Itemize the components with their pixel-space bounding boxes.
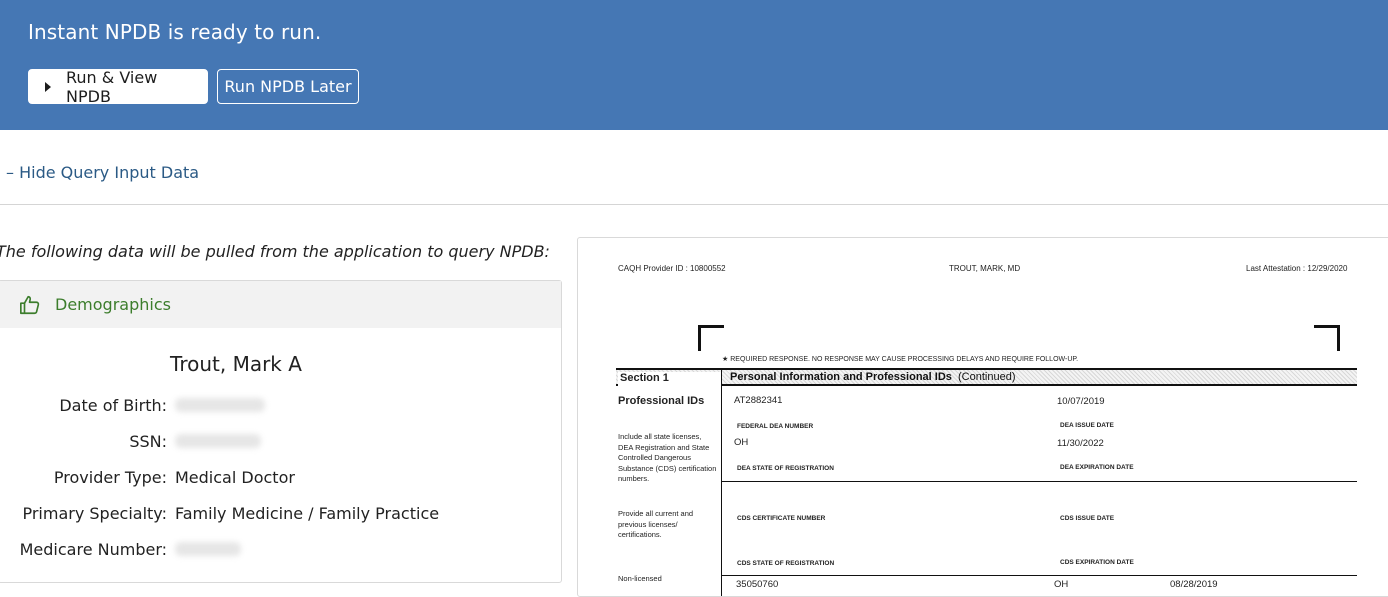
redacted-value xyxy=(175,398,265,412)
required-response-note: ★ REQUIRED RESPONSE. NO RESPONSE MAY CAU… xyxy=(722,356,1079,363)
section-header: Section 1 Personal Information and Profe… xyxy=(616,368,1357,386)
demographics-header[interactable]: Demographics xyxy=(0,281,561,328)
redacted-value xyxy=(175,542,241,556)
field-label: Primary Specialty: xyxy=(22,504,167,523)
dea-issue-value: 10/07/2019 xyxy=(1057,396,1105,407)
doc-last-attestation: Last Attestation : 12/29/2020 xyxy=(1246,264,1348,273)
crop-mark xyxy=(698,325,724,351)
divider xyxy=(0,204,1388,205)
thumbs-up-icon xyxy=(20,295,40,314)
doc-provider-name: TROUT, MARK, MD xyxy=(949,264,1021,273)
run-npdb-later-button[interactable]: Run NPDB Later xyxy=(217,69,359,104)
run-view-npdb-button[interactable]: Run & View NPDB xyxy=(28,67,208,106)
intro-text: The following data will be pulled from t… xyxy=(0,242,550,261)
demographics-heading: Demographics xyxy=(55,295,171,314)
field-label: Date of Birth: xyxy=(59,396,167,415)
field-primary-specialty: Primary Specialty: Family Medicine / Fam… xyxy=(0,504,563,526)
row-divider xyxy=(722,575,1357,576)
row-divider xyxy=(722,481,1357,482)
field-value: Family Medicine / Family Practice xyxy=(175,504,440,523)
crop-mark xyxy=(1314,325,1340,351)
doc-provider-id: CAQH Provider ID : 10800552 xyxy=(618,264,726,273)
redacted-value xyxy=(175,434,261,448)
field-date-of-birth: Date of Birth: xyxy=(0,396,563,418)
dea-state-label: DEA STATE OF REGISTRATION xyxy=(737,465,834,472)
field-ssn: SSN: xyxy=(0,432,563,454)
non-licensed-label: Non-licensed xyxy=(618,574,662,583)
cds-state-label: CDS STATE OF REGISTRATION xyxy=(737,560,835,567)
field-label: Provider Type: xyxy=(53,468,167,487)
hide-query-input-toggle[interactable]: – Hide Query Input Data xyxy=(6,163,199,182)
demographics-card: Demographics Trout, Mark A Date of Birth… xyxy=(0,280,562,583)
dea-number-value: AT2882341 xyxy=(734,395,783,406)
field-label: SSN: xyxy=(129,432,167,451)
cds-number-label: CDS CERTIFICATE NUMBER xyxy=(737,515,826,522)
professional-ids-note: Include all state licenses, DEA Registra… xyxy=(618,432,717,483)
professional-ids-title: Professional IDs xyxy=(618,395,705,407)
column-divider xyxy=(721,368,722,596)
section-title: Personal Information and Professional ID… xyxy=(730,371,1016,383)
dea-state-value: OH xyxy=(734,437,749,448)
cds-issue-label: CDS ISSUE DATE xyxy=(1060,515,1115,522)
application-document-preview[interactable]: CAQH Provider ID : 10800552 TROUT, MARK,… xyxy=(577,237,1388,597)
provider-name: Trout, Mark A xyxy=(170,352,302,376)
licenses-note: Provide all current and previous license… xyxy=(618,509,694,539)
dea-number-label: FEDERAL DEA NUMBER xyxy=(737,423,814,430)
cds-expiration-label: CDS EXPIRATION DATE xyxy=(1060,559,1134,566)
dea-expiration-value: 11/30/2022 xyxy=(1057,438,1104,449)
dea-expiration-label: DEA EXPIRATION DATE xyxy=(1060,464,1134,471)
run-view-npdb-label: Run & View NPDB xyxy=(66,67,158,106)
field-label: Medicare Number: xyxy=(19,540,167,559)
banner-title: Instant NPDB is ready to run. xyxy=(28,20,322,44)
section-number: Section 1 xyxy=(618,372,722,386)
npdb-ready-banner: Instant NPDB is ready to run. Run & View… xyxy=(0,0,1388,130)
play-icon xyxy=(45,81,51,92)
field-provider-type: Provider Type: Medical Doctor xyxy=(0,468,563,490)
field-value: Medical Doctor xyxy=(175,468,295,487)
field-medicare-number: Medicare Number: xyxy=(0,540,563,562)
dea-issue-label: DEA ISSUE DATE xyxy=(1060,422,1114,429)
